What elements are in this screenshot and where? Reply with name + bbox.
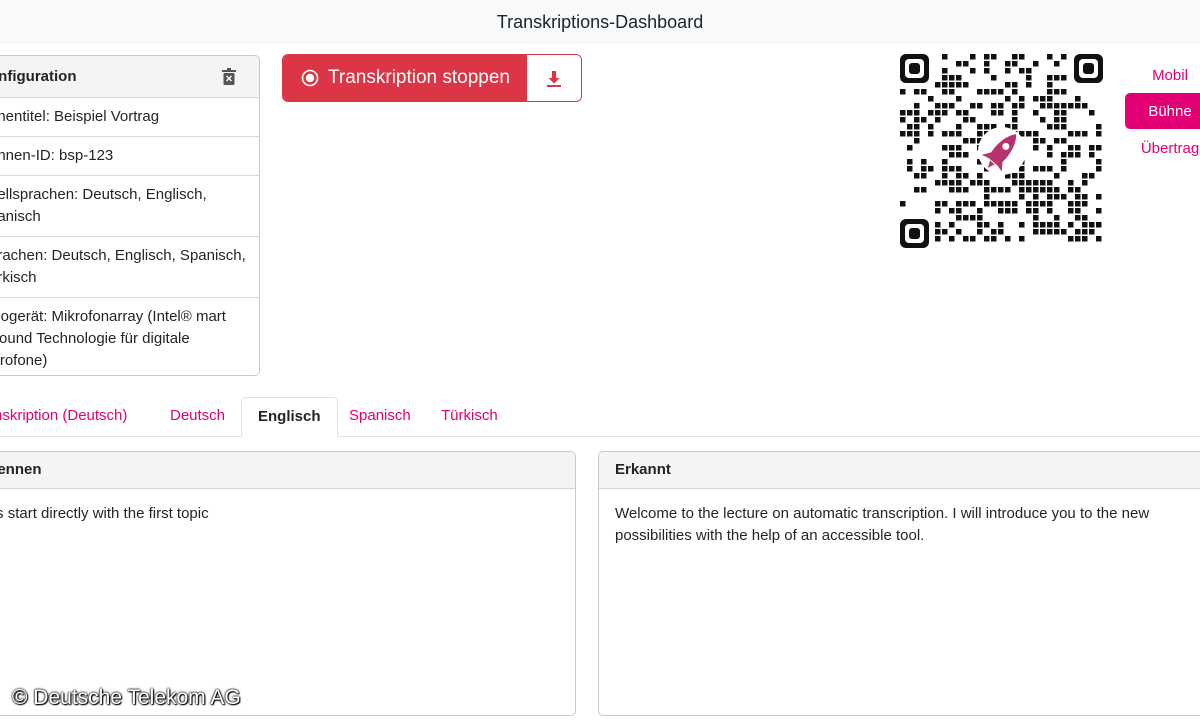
tab-german[interactable]: Deutsch [154,397,241,435]
recognized-panel: Erkannt Welcome to the lecture on automa… [598,451,1200,716]
config-item-title: hnentitel: Beispiel Vortrag [0,98,259,137]
transfer-view-button[interactable]: Übertrag [1125,130,1200,166]
copyright-watermark: © Deutsche Telekom AG [12,686,241,709]
recognized-panel-title: Erkannt [599,452,1200,489]
recognizing-panel-title: kennen [0,452,575,489]
config-item-languages: prachen: Deutsch, Englisch, Spanisch, ür… [0,237,259,298]
config-item-id: ühnen-ID: bsp-123 [0,137,259,176]
recognizing-panel: kennen t's start directly with the first… [0,451,576,716]
download-icon [547,70,561,87]
mobile-view-button[interactable]: Mobil [1125,57,1200,93]
tab-turkish[interactable]: Türkisch [425,397,514,435]
config-item-audio-device: diogerät: Mikrofonarray (Intel® mart Sou… [0,308,226,369]
transcription-controls: Transkription stoppen [282,54,582,102]
configuration-card: onfiguration hnentitel: Beispiel Vortrag… [0,55,260,376]
language-tabs: nskription (Deutsch) Deutsch Englisch Sp… [0,397,1200,437]
tab-transcription-german[interactable]: nskription (Deutsch) [0,397,143,435]
qr-code [900,54,1103,248]
tab-spanish[interactable]: Spanisch [333,397,427,435]
download-button[interactable] [527,55,581,101]
recognized-panel-text: Welcome to the lecture on automatic tran… [615,505,1150,544]
stop-transcription-label: Transkription stoppen [328,67,511,88]
trash-icon[interactable] [222,68,236,85]
recognizing-panel-text: t's start directly with the first topic [0,505,209,522]
configuration-title: onfiguration [0,68,77,85]
record-icon [301,69,319,87]
config-item-source-languages: uellsprachen: Deutsch, Englisch, panisch [0,176,259,237]
configuration-header: onfiguration [0,56,259,98]
tab-english[interactable]: Englisch [241,397,338,437]
stop-transcription-button[interactable]: Transkription stoppen [283,55,527,101]
stage-view-button[interactable]: Bühne [1125,93,1200,129]
page-title: Transkriptions-Dashboard [0,0,1200,44]
